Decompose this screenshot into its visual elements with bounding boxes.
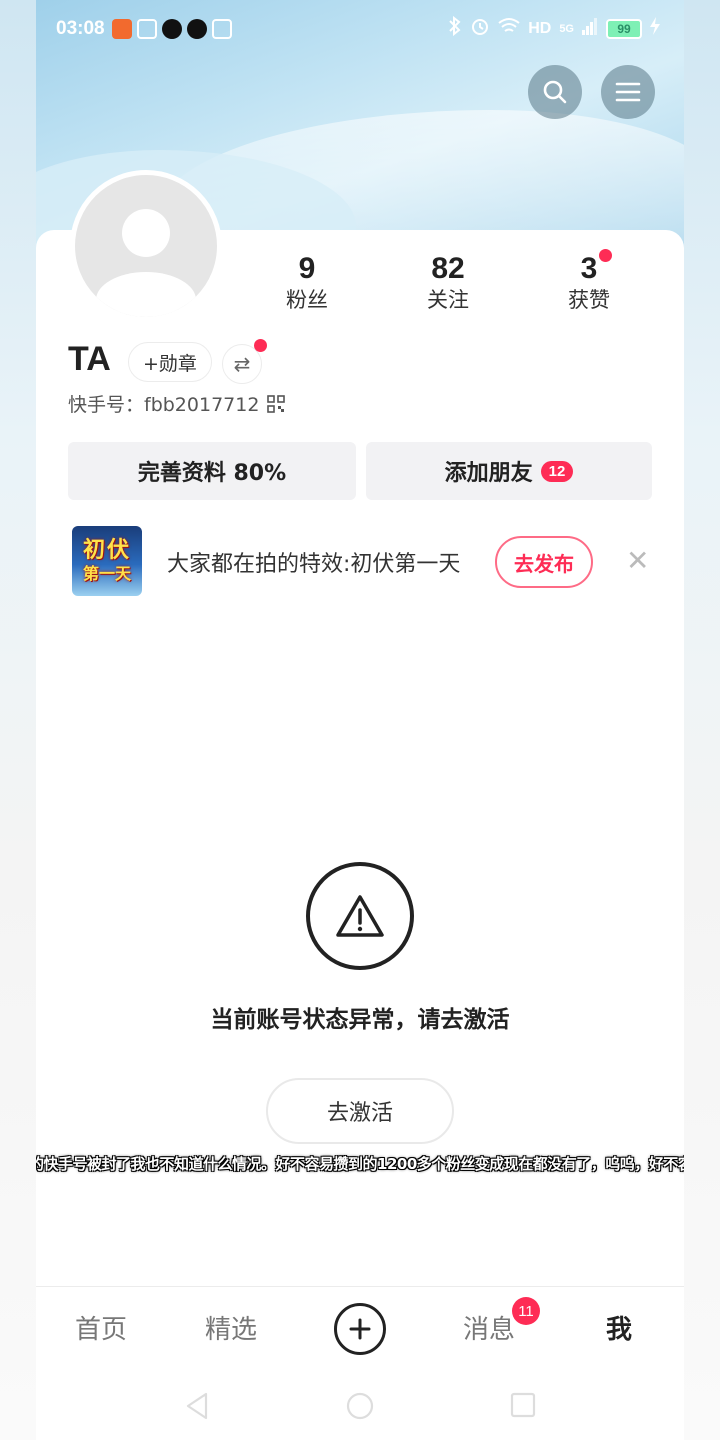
menu-button[interactable] <box>601 65 655 119</box>
effect-thumbnail[interactable]: 初伏 第一天 <box>72 526 142 596</box>
effect-thumb-subtitle: 第一天 <box>82 564 131 583</box>
signal-label: 5G <box>559 22 574 35</box>
system-navigation-bar <box>36 1372 684 1440</box>
video-caption: 们我的快手号被封了我也不知道什么情况。好不容易攒到的1200多个粉丝变成现在都没… <box>36 1155 684 1173</box>
stat-fans[interactable]: 9 粉丝 <box>257 252 357 314</box>
app-notification-icon <box>162 19 182 39</box>
stat-label: 粉丝 <box>286 288 328 312</box>
charging-icon <box>650 17 660 40</box>
app-notification-icon <box>112 19 132 39</box>
profile-name: TA <box>68 340 111 378</box>
stat-likes[interactable]: 3 获赞 <box>539 252 639 314</box>
complete-profile-button[interactable]: 完善资料 80% <box>68 442 356 500</box>
calendar-icon <box>137 19 157 39</box>
gallery-icon <box>212 19 232 39</box>
messages-badge: 11 <box>512 1297 540 1325</box>
switch-notification-dot <box>254 339 267 352</box>
stat-value: 82 <box>431 252 465 285</box>
alarm-icon <box>470 16 490 41</box>
add-friends-label: 添加朋友 <box>444 461 533 486</box>
home-icon[interactable] <box>346 1392 374 1420</box>
plus-icon <box>349 1318 371 1340</box>
signal-icon <box>582 17 598 40</box>
bluetooth-icon <box>448 15 462 41</box>
notification-icons <box>112 19 232 39</box>
stat-value: 3 <box>580 252 598 285</box>
effect-text: 大家都在拍的特效:初伏第一天 <box>167 552 461 577</box>
close-icon[interactable]: ✕ <box>626 544 649 577</box>
background-right <box>684 0 720 1440</box>
create-button[interactable] <box>334 1303 386 1355</box>
search-icon <box>543 80 567 104</box>
bottom-tab-bar: 首页 精选 消息 11 我 <box>36 1286 684 1372</box>
likes-notification-dot <box>599 249 612 262</box>
battery-icon: 99 <box>606 18 642 39</box>
effect-thumb-title: 初伏 <box>82 538 131 563</box>
add-medal-button[interactable]: +勋章 <box>128 342 212 382</box>
publish-button[interactable]: 去发布 <box>495 536 593 588</box>
background-left <box>0 0 36 1440</box>
switch-icon: ⇄ <box>233 352 251 376</box>
stat-label: 获赞 <box>568 288 610 312</box>
profile-stats: 9 粉丝 82 关注 3 获赞 <box>36 249 684 322</box>
kuaishou-id[interactable]: 快手号：fbb2017712 <box>68 390 286 417</box>
stat-following[interactable]: 82 关注 <box>398 252 498 314</box>
system-status-icons: HD 5G 99 <box>448 15 660 41</box>
battery-level: 99 <box>617 21 631 36</box>
stat-value: 9 <box>298 252 316 285</box>
recents-icon[interactable] <box>510 1392 536 1418</box>
app-frame: 03:08 HD 5G 99 9 粉丝 82 关注 3 获赞 TA +勋章 ⇄ … <box>36 0 684 1440</box>
add-friends-button[interactable]: 添加朋友 12 <box>366 442 652 500</box>
search-button[interactable] <box>528 65 582 119</box>
menu-icon <box>615 82 641 102</box>
add-friends-badge: 12 <box>540 460 574 482</box>
tab-featured[interactable]: 精选 <box>181 1309 281 1346</box>
kuaishou-id-text: 快手号：fbb2017712 <box>68 394 260 416</box>
error-message: 当前账号状态异常，请去激活 <box>210 1007 510 1033</box>
complete-profile-label: 完善资料 80% <box>137 461 287 486</box>
back-icon[interactable] <box>184 1392 210 1420</box>
qr-code-icon <box>267 394 286 413</box>
status-time: 03:08 <box>56 18 105 39</box>
effect-suggestion: 初伏 第一天 大家都在拍的特效:初伏第一天 去发布 ✕ <box>36 526 684 598</box>
status-bar: 03:08 HD 5G 99 <box>36 0 684 60</box>
activate-button[interactable]: 去激活 <box>266 1078 454 1144</box>
tab-me[interactable]: 我 <box>569 1309 669 1346</box>
stat-label: 关注 <box>427 288 469 312</box>
tab-home[interactable]: 首页 <box>51 1309 151 1346</box>
hd-label: HD <box>528 19 552 37</box>
warning-icon <box>306 862 414 970</box>
wifi-icon <box>498 17 520 40</box>
app-notification-icon <box>187 19 207 39</box>
